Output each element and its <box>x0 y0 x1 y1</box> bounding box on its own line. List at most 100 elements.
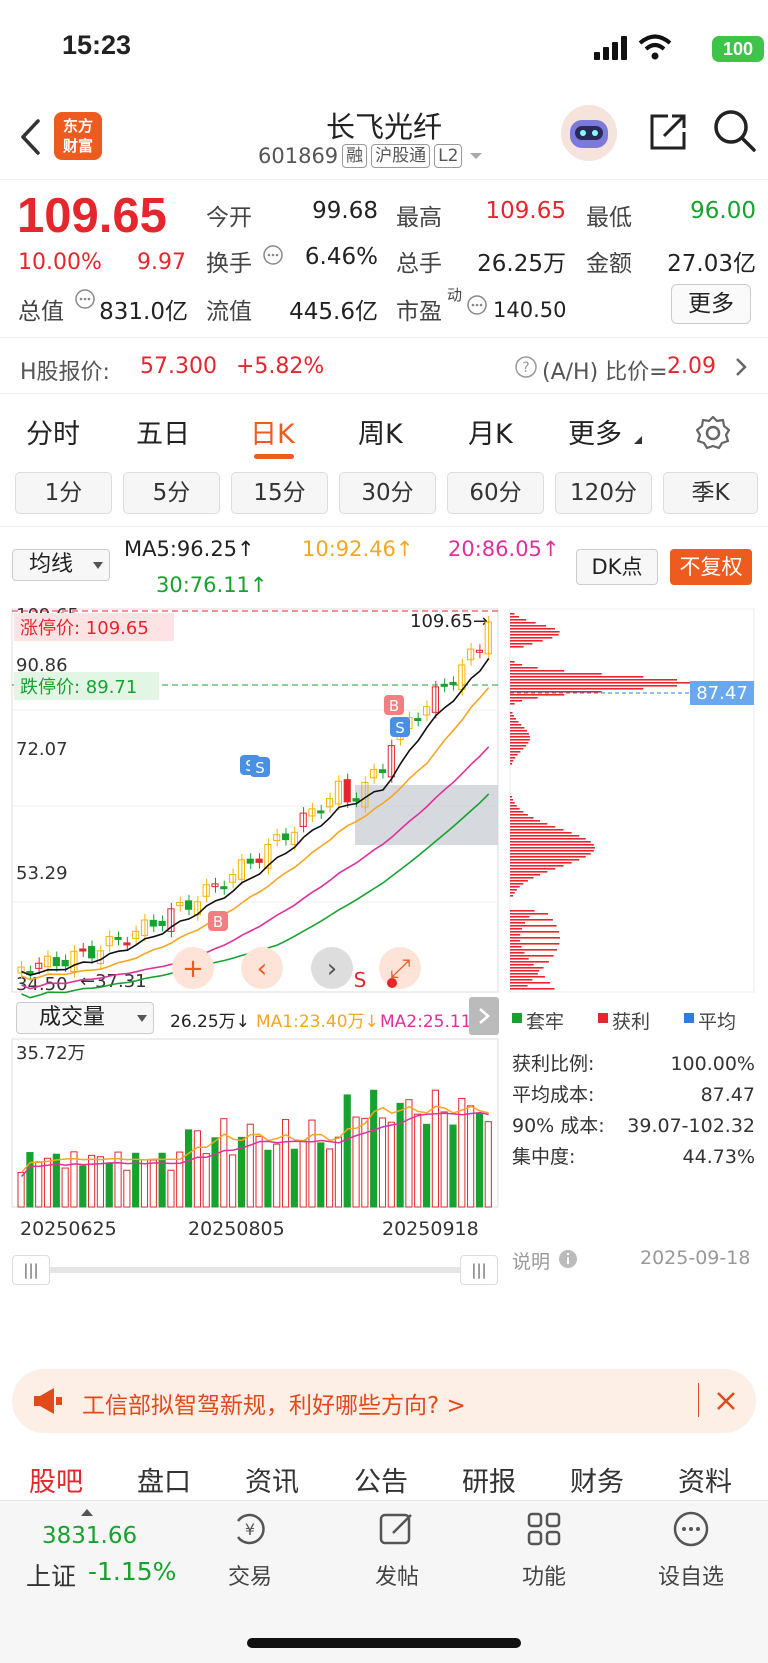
period-15min[interactable]: 15分 <box>231 472 328 514</box>
info-dots-icon[interactable] <box>466 294 488 316</box>
chip-bar <box>510 922 526 924</box>
robot-assistant-icon[interactable] <box>558 102 620 164</box>
chevron-right-icon[interactable] <box>734 357 748 377</box>
wifi-icon <box>638 34 672 60</box>
tab-announcements[interactable]: 公告 <box>354 1460 408 1499</box>
candle-body <box>158 920 166 926</box>
index-change[interactable]: -1.15% <box>88 1557 176 1586</box>
chip-bar <box>510 838 586 840</box>
tab-forum[interactable]: 股吧 <box>29 1460 83 1499</box>
period-60min[interactable]: 60分 <box>447 472 544 514</box>
tab-research[interactable]: 研报 <box>462 1460 516 1499</box>
change-percent: 10.00% <box>18 250 102 275</box>
volume-bar <box>334 1136 343 1208</box>
chip-bar <box>510 694 565 696</box>
period-1min[interactable]: 1分 <box>15 472 112 514</box>
volume-bar <box>475 1112 484 1208</box>
chart-nav-glyph: › <box>327 954 337 984</box>
info-icon[interactable] <box>558 1249 578 1269</box>
period-5min[interactable]: 5分 <box>123 472 220 514</box>
chip-bar <box>510 877 534 879</box>
chip-bar <box>510 952 525 954</box>
volume-bar <box>17 1172 25 1208</box>
chip-bar <box>510 844 594 846</box>
tab-finance[interactable]: 财务 <box>570 1460 624 1499</box>
chip-bar <box>510 928 522 930</box>
volume-bar <box>290 1148 298 1208</box>
search-icon[interactable] <box>712 108 758 154</box>
chip-bar <box>510 943 560 945</box>
index-value[interactable]: 3831.66 <box>42 1523 137 1549</box>
tab-weekly-k[interactable]: 周K <box>358 412 403 451</box>
open-value: 99.68 <box>312 198 378 224</box>
sell-marker-label: S <box>255 759 265 777</box>
index-name[interactable]: 上证 <box>26 1557 76 1593</box>
help-icon[interactable]: ? <box>514 355 538 379</box>
volume-ma1: MA1:23.40万↓ <box>256 1012 379 1032</box>
tab-five-day[interactable]: 五日 <box>136 412 190 451</box>
volume-bar <box>220 1118 228 1208</box>
tab-daily-k[interactable]: 日K <box>250 412 295 451</box>
tab-more[interactable]: 更多 <box>568 412 622 451</box>
functions-button[interactable]: 功能 <box>489 1509 599 1591</box>
volume-ma2-line <box>20 1111 489 1177</box>
chip-bar <box>510 613 515 615</box>
add-watchlist-button[interactable]: 设自选 <box>636 1509 746 1591</box>
chip-bar <box>510 739 530 741</box>
dropdown-icon[interactable] <box>466 149 486 163</box>
expand-panel-button[interactable] <box>469 997 499 1035</box>
quote-panel: 109.65 10.00% 9.97 今开 99.68 最高 109.65 最低… <box>0 180 768 338</box>
chip-bar <box>510 973 538 975</box>
period-30min[interactable]: 30分 <box>339 472 436 514</box>
volume-value: 26.25万 <box>477 251 566 277</box>
trade-icon: ¥ <box>236 1513 265 1545</box>
volume-bar <box>299 1140 307 1208</box>
chip-bar <box>510 808 520 810</box>
tab-news[interactable]: 资讯 <box>245 1460 299 1499</box>
post-button[interactable]: 发帖 <box>342 1509 452 1591</box>
chip-bar <box>510 823 548 825</box>
news-banner[interactable]: 工信部拟智驾新规，利好哪些方向? > <box>12 1369 756 1433</box>
info-dots-icon[interactable] <box>262 244 284 266</box>
volume-bar <box>167 1169 175 1208</box>
candle-body <box>414 718 422 722</box>
chart-scrollbar[interactable]: ||| ||| <box>12 1255 498 1285</box>
status-bar: 15:23 100 <box>0 0 768 96</box>
chip-bar <box>510 865 564 867</box>
buy-marker-label: B <box>389 697 399 715</box>
kline-chart[interactable]: 109.6590.8672.0753.2934.50涨停价: 109.65跌停价… <box>0 527 768 1287</box>
signal-dot <box>387 978 397 988</box>
h-share-row[interactable]: H股报价: 57.300 +5.82% ? (A/H) 比价= 2.09 <box>0 340 768 394</box>
settings-gear-icon[interactable] <box>694 414 732 452</box>
tab-intraday[interactable]: 分时 <box>26 412 80 451</box>
more-button[interactable]: 更多 <box>671 284 751 324</box>
price-zone <box>355 785 498 845</box>
chip-bar <box>510 841 591 843</box>
chip-bar <box>510 919 553 921</box>
chip-bar <box>510 859 580 861</box>
share-icon[interactable] <box>646 110 690 154</box>
period-120min[interactable]: 120分 <box>555 472 652 514</box>
chip-stat-value: 44.73% <box>682 1146 755 1168</box>
limit-down-label: 跌停价: 89.71 <box>20 677 137 698</box>
chip-bar <box>510 958 529 960</box>
scroll-handle-right[interactable]: ||| <box>460 1255 498 1285</box>
volume-indicator-select[interactable]: 成交量 <box>16 1002 154 1034</box>
high-value: 109.65 <box>485 198 566 224</box>
caret-up-icon <box>81 1509 93 1516</box>
chip-bar <box>510 637 553 639</box>
trade-button[interactable]: ¥ 交易 <box>195 1509 305 1591</box>
chip-bar <box>510 631 560 633</box>
candle-body <box>440 683 448 687</box>
tab-handicap[interactable]: 盘口 <box>137 1460 191 1499</box>
close-icon[interactable] <box>714 1389 738 1413</box>
pe-label: 市盈 <box>396 299 442 325</box>
volume-bar <box>88 1154 96 1208</box>
period-quarterly-k[interactable]: 季K <box>663 472 758 514</box>
chip-note-link[interactable]: 说明 <box>512 1247 550 1274</box>
chip-bar <box>510 715 514 717</box>
tab-profile[interactable]: 资料 <box>678 1460 732 1499</box>
tab-monthly-k[interactable]: 月K <box>468 412 513 451</box>
scroll-handle-left[interactable]: ||| <box>12 1255 50 1285</box>
latest-price-marker: 109.65→ <box>410 611 488 632</box>
